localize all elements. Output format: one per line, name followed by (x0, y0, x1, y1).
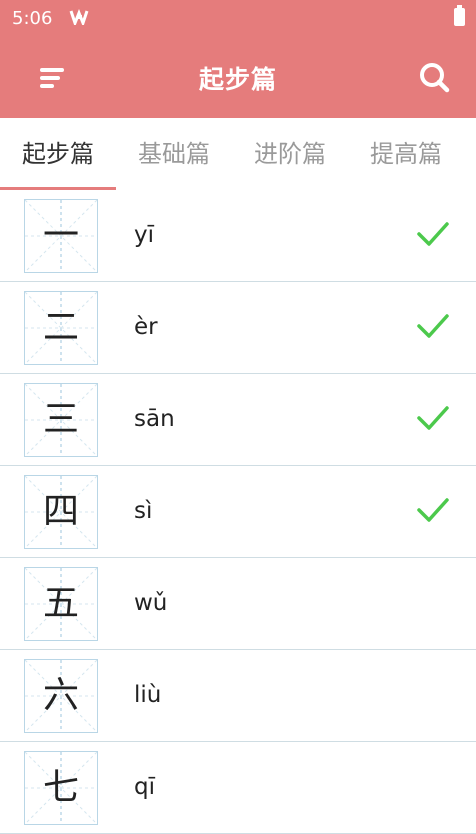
hanzi-character: 五 (42, 583, 79, 624)
hanzi-character: 四 (42, 491, 79, 532)
tab-qibu[interactable]: 起步篇 (0, 118, 116, 190)
page-title: 起步篇 (198, 65, 277, 94)
character-practice-grid: 六 (24, 659, 98, 733)
hanzi-character: 二 (42, 307, 79, 348)
pinyin-label: èr (134, 314, 158, 340)
list-item[interactable]: 六 liù (0, 650, 476, 742)
tab-bar: 起步篇 基础篇 进阶篇 提高篇 (0, 118, 476, 190)
check-icon (417, 314, 449, 338)
list-item[interactable]: 五 wǔ (0, 558, 476, 650)
tab-jichu[interactable]: 基础篇 (116, 118, 232, 190)
status-bar: 5:06 (0, 0, 476, 38)
character-list: 一 yī 二 èr 三 sān 四 sì 五 wǔ 六 liù 七 qī (0, 190, 476, 834)
tab-jinjie[interactable]: 进阶篇 (232, 118, 348, 190)
character-practice-grid: 二 (24, 291, 98, 365)
character-practice-grid: 七 (24, 751, 98, 825)
check-icon (417, 222, 449, 246)
app-toolbar: 起步篇 (0, 38, 476, 118)
battery-icon (454, 5, 465, 26)
status-time: 5:06 (12, 8, 53, 29)
app-notification-icon (69, 9, 89, 25)
character-practice-grid: 五 (24, 567, 98, 641)
search-icon[interactable] (418, 61, 450, 93)
pinyin-label: liù (134, 682, 162, 708)
character-practice-grid: 四 (24, 475, 98, 549)
list-item[interactable]: 四 sì (0, 466, 476, 558)
check-icon (417, 498, 449, 522)
list-item[interactable]: 七 qī (0, 742, 476, 834)
tab-tigao[interactable]: 提高篇 (348, 118, 464, 190)
pinyin-label: sān (134, 406, 175, 432)
hanzi-character: 一 (42, 215, 79, 256)
hanzi-character: 三 (42, 399, 79, 440)
hanzi-character: 六 (42, 675, 79, 716)
list-item[interactable]: 二 èr (0, 282, 476, 374)
pinyin-label: sì (134, 498, 153, 524)
pinyin-label: yī (134, 222, 155, 248)
check-icon (417, 406, 449, 430)
hanzi-character: 七 (42, 767, 79, 808)
list-item[interactable]: 一 yī (0, 190, 476, 282)
character-practice-grid: 三 (24, 383, 98, 457)
character-practice-grid: 一 (24, 199, 98, 273)
pinyin-label: wǔ (134, 590, 168, 616)
pinyin-label: qī (134, 774, 155, 800)
list-item[interactable]: 三 sān (0, 374, 476, 466)
